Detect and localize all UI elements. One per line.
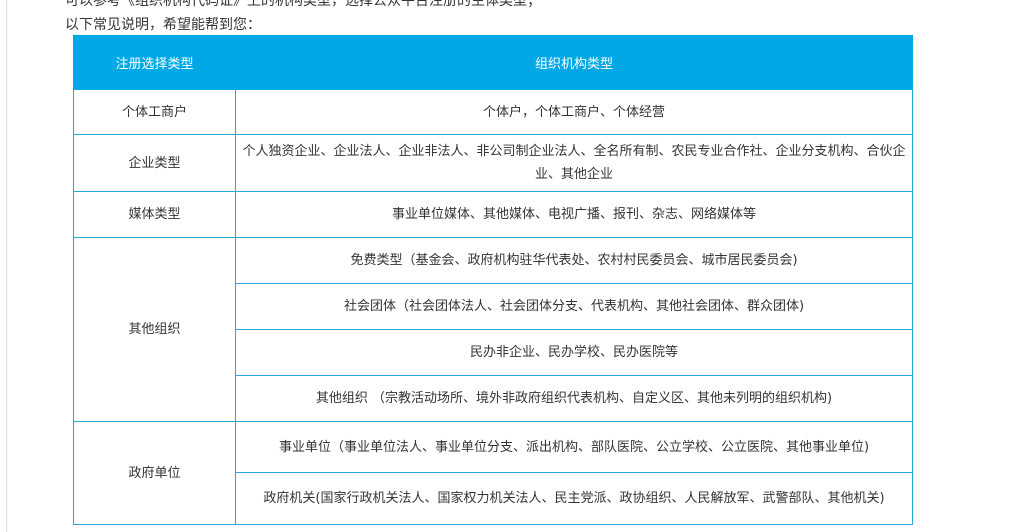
header-registration-type: 注册选择类型 — [73, 35, 236, 90]
org-cell: 民办非企业、民办学校、民办医院等 — [235, 329, 913, 376]
table-row: 媒体类型 事业单位媒体、其他媒体、电视广播、报刊、杂志、网络媒体等 — [73, 191, 913, 238]
left-border-line — [6, 0, 7, 532]
type-cell-other-organization: 其他组织 — [73, 237, 236, 422]
org-cell: 社会团体（社会团体法人、社会团体分支、代表机构、其他社会团体、群众团体) — [235, 283, 913, 330]
type-cell-individual-business: 个体工商户 — [73, 89, 236, 135]
header-organization-type: 组织机构类型 — [235, 35, 913, 90]
table-row: 其他组织 免费类型（基金会、政府机构驻华代表处、农村村民委员会、城市居民委员会) — [73, 237, 913, 422]
org-cell: 个体户，个体工商户、个体经营 — [235, 89, 913, 135]
type-cell-media: 媒体类型 — [73, 191, 236, 238]
org-cell: 事业单位媒体、其他媒体、电视广播、报刊、杂志、网络媒体等 — [235, 191, 913, 238]
table-row: 企业类型 个人独资企业、企业法人、企业非法人、非公司制企业法人、全名所有制、农民… — [73, 134, 913, 192]
org-cell: 其他组织 （宗教活动场所、境外非政府组织代表机构、自定义区、其他未列明的组织机构… — [235, 375, 913, 422]
org-cell: 免费类型（基金会、政府机构驻华代表处、农村村民委员会、城市居民委员会) — [235, 237, 913, 284]
table-header-row: 注册选择类型 组织机构类型 — [73, 35, 913, 90]
org-cell: 政府机关(国家行政机关法人、国家权力机关法人、民主党派、政协组织、人民解放军、武… — [235, 472, 913, 525]
table-row: 个体工商户 个体户，个体工商户、个体经营 — [73, 89, 913, 135]
intro-line-1: 可以参考《组织机构代码证》上的机构类型，选择公众平台注册的主体类型； — [65, 0, 541, 9]
org-cell: 个人独资企业、企业法人、企业非法人、非公司制企业法人、全名所有制、农民专业合作社… — [235, 134, 913, 192]
org-cell: 事业单位（事业单位法人、事业单位分支、派出机构、部队医院、公立学校、公立医院、其… — [235, 421, 913, 473]
intro-line-2: 以下常见说明，希望能帮到您： — [65, 17, 261, 33]
table-row: 政府单位 事业单位（事业单位法人、事业单位分支、派出机构、部队医院、公立学校、公… — [73, 421, 913, 525]
type-cell-enterprise: 企业类型 — [73, 134, 236, 192]
registration-type-table: 注册选择类型 组织机构类型 个体工商户 个体户，个体工商户、个体经营 企业类型 … — [73, 35, 913, 525]
type-cell-government: 政府单位 — [73, 421, 236, 525]
